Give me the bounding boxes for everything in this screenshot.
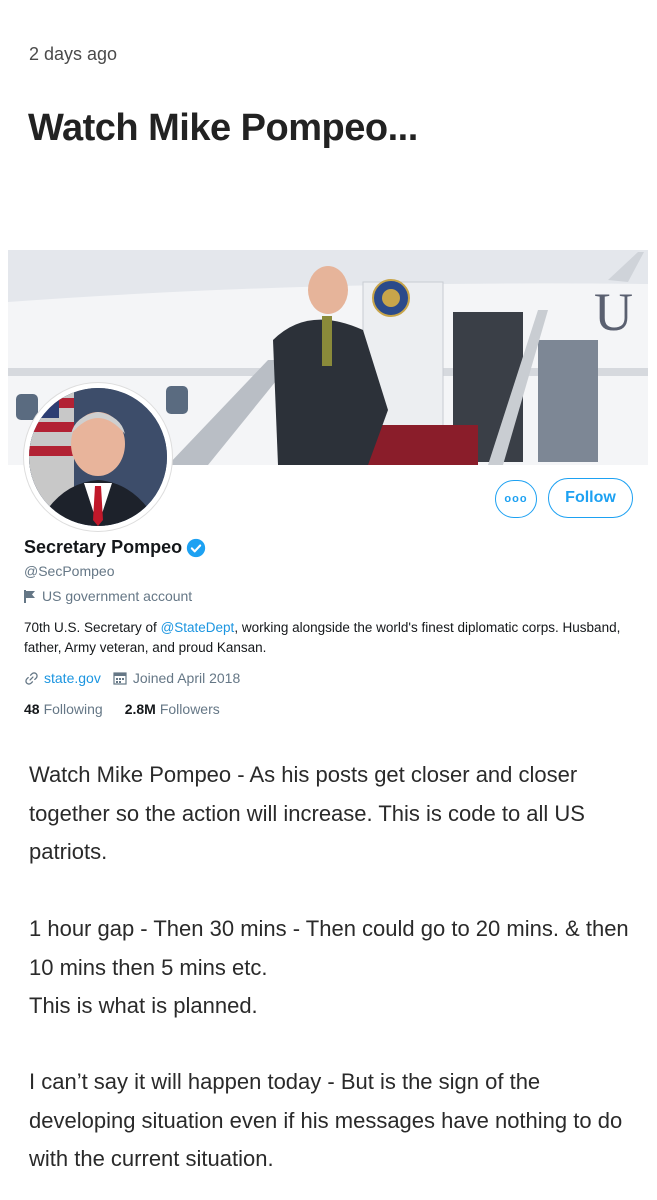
profile-name-row: Secretary Pompeo xyxy=(24,537,206,558)
follow-label: Follow xyxy=(565,489,616,506)
post-paragraph-3: I can’t say it will happen today - But i… xyxy=(29,1069,623,1171)
profile-avatar[interactable] xyxy=(24,383,172,531)
more-options-button[interactable]: ooo xyxy=(495,480,537,518)
bio-statedept-link[interactable]: @StateDept xyxy=(161,620,235,635)
followers-stat[interactable]: 2.8M Followers xyxy=(125,701,220,717)
followers-label: Followers xyxy=(159,701,220,717)
flag-icon xyxy=(24,589,35,603)
post-paragraph-2: 1 hour gap - Then 30 mins - Then could g… xyxy=(29,910,639,1026)
more-options-label: ooo xyxy=(504,493,528,505)
follow-button[interactable]: Follow xyxy=(548,478,633,518)
calendar-icon xyxy=(113,672,127,685)
following-label: Following xyxy=(43,701,103,717)
link-icon xyxy=(25,671,38,685)
profile-website-link[interactable]: state.gov xyxy=(44,670,101,686)
bio-text-start: 70th U.S. Secretary of xyxy=(24,620,161,635)
gov-account-row: US government account xyxy=(24,588,192,604)
profile-meta-row: state.gov Joined April 2018 xyxy=(24,670,240,686)
svg-text:U: U xyxy=(594,282,633,342)
post-timestamp: 2 days ago xyxy=(29,44,118,64)
profile-handle: @SecPompeo xyxy=(24,563,115,579)
gov-account-label: US government account xyxy=(42,588,193,604)
profile-bio: 70th U.S. Secretary of @StateDept, worki… xyxy=(24,618,639,658)
post-paragraph-1: Watch Mike Pompeo - As his posts get clo… xyxy=(29,762,585,864)
followers-count: 2.8M xyxy=(124,701,156,717)
verified-badge-icon xyxy=(186,538,206,557)
profile-name: Secretary Pompeo xyxy=(24,537,183,557)
profile-joined-date: Joined April 2018 xyxy=(132,670,241,686)
profile-stats-row: 48 Following 2.8M Followers xyxy=(24,701,220,717)
post-paragraph-2-line-2: This is what is planned. xyxy=(29,993,258,1018)
following-stat[interactable]: 48 Following xyxy=(24,701,103,717)
twitter-profile-card: U ooo Follow Secretary Pompeo @SecPompeo… xyxy=(8,250,648,730)
following-count: 48 xyxy=(24,701,40,717)
post-headline: Watch Mike Pompeo... xyxy=(28,107,418,149)
post-paragraph-2-line-1: 1 hour gap - Then 30 mins - Then could g… xyxy=(29,916,629,980)
